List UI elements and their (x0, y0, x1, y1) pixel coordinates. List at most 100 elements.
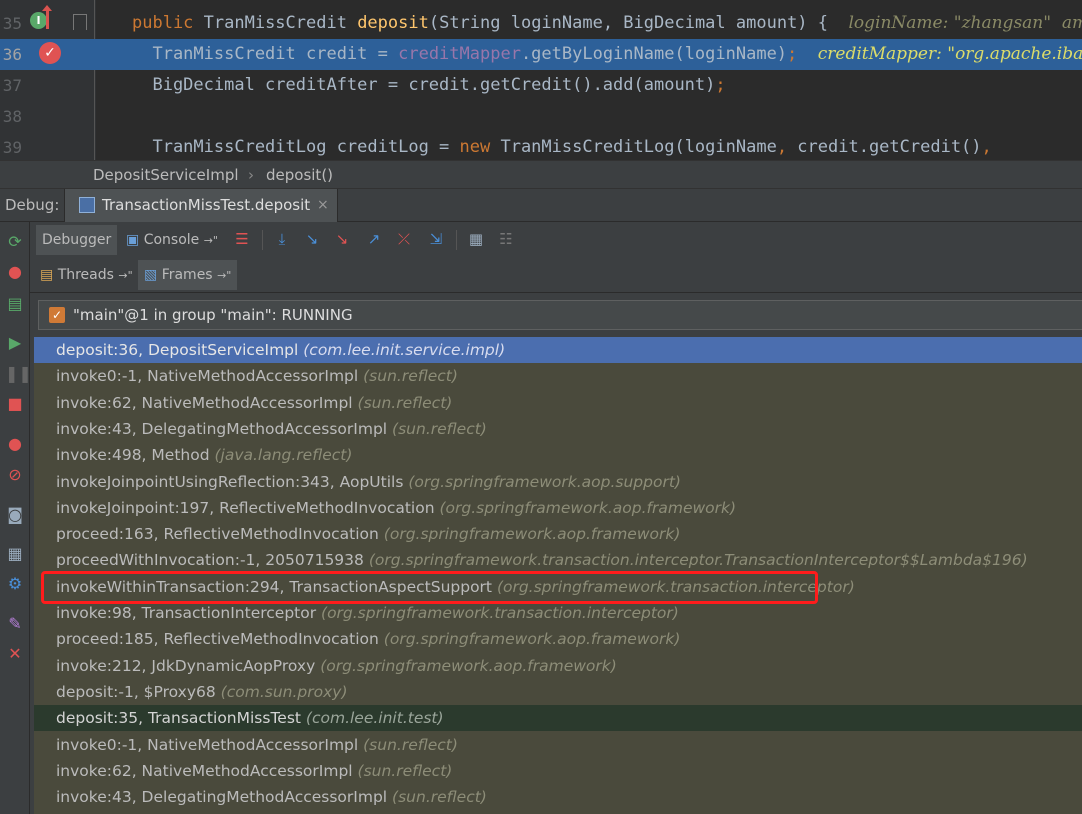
tab-frames[interactable]: ▧ Frames →" (138, 260, 238, 290)
code-text: public TranMissCredit deposit(String log… (132, 8, 1082, 39)
frame-package: (sun.reflect) (392, 419, 487, 438)
code-token: , (981, 137, 992, 157)
stop-icon[interactable]: ■ (5, 394, 25, 414)
view-breakpoints-icon[interactable]: ● (5, 434, 25, 454)
frame-method: invoke0:-1, NativeMethodAccessorImpl (56, 367, 364, 386)
frame-method: deposit:36, DepositServiceImpl (56, 341, 304, 359)
override-icon[interactable]: I (30, 12, 47, 29)
step-out-icon[interactable]: ↗ (364, 229, 384, 249)
code-token: (String loginName, BigDecimal amount) { (428, 13, 849, 33)
evaluate-expression-icon[interactable]: ▦ (466, 229, 486, 249)
frame-method: deposit:35, TransactionMissTest (56, 709, 306, 728)
tab-threads[interactable]: ▤ Threads →" (34, 260, 139, 290)
drop-frame-icon[interactable]: ⤫ (394, 229, 414, 249)
console-icon: ▣ (126, 232, 144, 248)
frame-row[interactable]: invoke:62, NativeMethodAccessorImpl (sun… (34, 758, 1082, 784)
frame-method: invokeJoinpoint:197, ReflectiveMethodInv… (56, 498, 440, 517)
thread-selector-value: "main"@1 in group "main": RUNNING (73, 306, 353, 324)
frame-row[interactable]: invokeJoinpoint:197, ReflectiveMethodInv… (34, 495, 1082, 521)
code-token: TranMissCreditLog creditLog = (132, 137, 460, 157)
frame-row[interactable]: deposit:-1, $Proxy68 (com.sun.proxy) (34, 679, 1082, 705)
frame-row[interactable]: invoke0:-1, NativeMethodAccessorImpl (su… (34, 732, 1082, 758)
line-number: 36 (2, 45, 22, 64)
run-to-cursor-icon[interactable]: ⇲ (426, 229, 446, 249)
override-arrow-icon (42, 5, 52, 29)
trace-icon[interactable]: ☷ (496, 229, 516, 249)
threads-pin: →" (118, 269, 133, 282)
frame-package: (org.springframework.aop.framework) (439, 498, 737, 517)
stop-exception-icon[interactable]: ● (5, 262, 25, 282)
frame-row[interactable]: invoke0:-1, NativeMethodAccessorImpl (su… (34, 363, 1082, 389)
frame-row[interactable]: invoke:62, NativeMethodAccessorImpl (sun… (34, 390, 1082, 416)
fold-icon[interactable] (73, 14, 87, 30)
frame-package: (org.springframework.aop.framework) (320, 656, 617, 675)
show-execution-point-icon[interactable]: ☰ (232, 229, 252, 249)
tab-debugger-label: Debugger (42, 232, 112, 248)
toolbar-separator (262, 230, 263, 250)
debug-label: Debug: (5, 196, 60, 214)
frame-package: (com.lee.init.service.impl) (303, 341, 506, 359)
frame-row[interactable]: invokeWithinTransaction:294, Transaction… (34, 574, 1082, 600)
breadcrumb: DepositServiceImpl › deposit() (0, 160, 1082, 189)
frame-package: (org.springframework.aop.support) (408, 472, 681, 491)
force-step-into-icon[interactable]: ↘ (332, 229, 352, 249)
frame-package: (com.sun.proxy) (220, 682, 348, 701)
debug-tab-bar: Debug: TransactionMissTest.deposit × (0, 189, 1082, 222)
layout-icon[interactable]: ▦ (5, 544, 25, 564)
step-into-icon[interactable]: ↘ (302, 229, 322, 249)
frame-row[interactable]: invoke:98, TransactionInterceptor (org.s… (34, 600, 1082, 626)
frame-method: invoke:43, DelegatingMethodAccessorImpl (56, 788, 393, 807)
frames-list[interactable]: deposit:36, DepositServiceImpl (com.lee.… (34, 337, 1082, 814)
debug-left-toolstrip: ⟳ ● ▤ ▶ ❚❚ ■ ● ⊘ ◙ ▦ ⚙ ✎ ✕ (0, 222, 32, 814)
frame-row[interactable]: invokeJoinpointUsingReflection:343, AopU… (34, 469, 1082, 495)
thread-running-icon: ✓ (49, 307, 65, 323)
code-editor[interactable]: 35 public TranMissCredit deposit(String l… (0, 0, 1082, 160)
frame-method: deposit:-1, $Proxy68 (56, 682, 221, 701)
frame-row[interactable]: deposit:36, DepositServiceImpl (com.lee.… (34, 337, 1082, 363)
frame-row[interactable]: proceedWithInvocation:-1, 2050715938 (or… (34, 547, 1082, 573)
code-token: TranMissCredit (203, 13, 358, 33)
rerun-icon[interactable]: ⟳ (5, 232, 25, 252)
code-token: ; (715, 75, 726, 95)
code-token: loginName: "zhangsan" amount: 100 (848, 13, 1082, 33)
breadcrumb-class[interactable]: DepositServiceImpl (93, 161, 239, 189)
breadcrumb-method[interactable]: deposit() (266, 161, 333, 189)
close-tab-icon[interactable]: × (317, 189, 329, 221)
debug-session-label: TransactionMissTest.deposit (102, 196, 311, 214)
code-line[interactable]: 38 (0, 101, 1082, 132)
frame-row[interactable]: invoke:43, DelegatingMethodAccessorImpl … (34, 784, 1082, 810)
frame-row[interactable]: proceed:185, ReflectiveMethodInvocation … (34, 626, 1082, 652)
tab-console[interactable]: ▣ Console →" (120, 225, 224, 255)
toolbar-separator (456, 230, 457, 250)
thread-selector[interactable]: ✓ "main"@1 in group "main": RUNNING (38, 300, 1082, 330)
threads-frames-tabs: ▤ Threads →" ▧ Frames →" (30, 259, 1082, 293)
code-line[interactable]: 36 TranMissCredit credit = creditMapper.… (0, 39, 1082, 70)
code-line[interactable]: 39 TranMissCreditLog creditLog = new Tra… (0, 132, 1082, 160)
frame-row[interactable]: invoke:212, JdkDynamicAopProxy (org.spri… (34, 653, 1082, 679)
step-over-icon[interactable]: ⤓ (272, 229, 292, 249)
camera-icon[interactable]: ◙ (5, 505, 25, 525)
frame-method: invoke:498, Method (56, 446, 215, 465)
resume-icon[interactable]: ▶ (5, 333, 25, 353)
frame-row[interactable]: invoke:43, DelegatingMethodAccessorImpl … (34, 416, 1082, 442)
code-line[interactable]: 37 BigDecimal creditAfter = credit.getCr… (0, 70, 1082, 101)
settings-icon[interactable]: ⚙ (5, 574, 25, 594)
frame-row[interactable]: proceed:163, ReflectiveMethodInvocation … (34, 521, 1082, 547)
debug-session-tab[interactable]: TransactionMissTest.deposit × (64, 189, 338, 222)
frame-row[interactable]: invoke:498, Method (java.lang.reflect) (34, 442, 1082, 468)
mute-breakpoints-icon[interactable]: ⊘ (5, 465, 25, 485)
pause-icon[interactable]: ❚❚ (5, 364, 32, 384)
line-number: 37 (2, 76, 22, 95)
frame-package: (sun.reflect) (363, 735, 458, 754)
restore-layout-icon[interactable]: ▤ (5, 294, 25, 314)
frame-package: (org.springframework.transaction.interce… (368, 551, 1028, 570)
line-number: 38 (2, 107, 22, 126)
tab-debugger[interactable]: Debugger (36, 225, 118, 255)
frame-method: proceed:185, ReflectiveMethodInvocation (56, 630, 384, 649)
pin-icon[interactable]: ✎ (5, 614, 25, 634)
code-line[interactable]: 35 public TranMissCredit deposit(String l… (0, 8, 1082, 39)
frame-package: (sun.reflect) (357, 761, 453, 780)
close-icon[interactable]: ✕ (5, 644, 25, 664)
breakpoint-check-icon[interactable]: ✓ (39, 42, 61, 64)
frame-row[interactable]: deposit:35, TransactionMissTest (com.lee… (34, 705, 1082, 732)
